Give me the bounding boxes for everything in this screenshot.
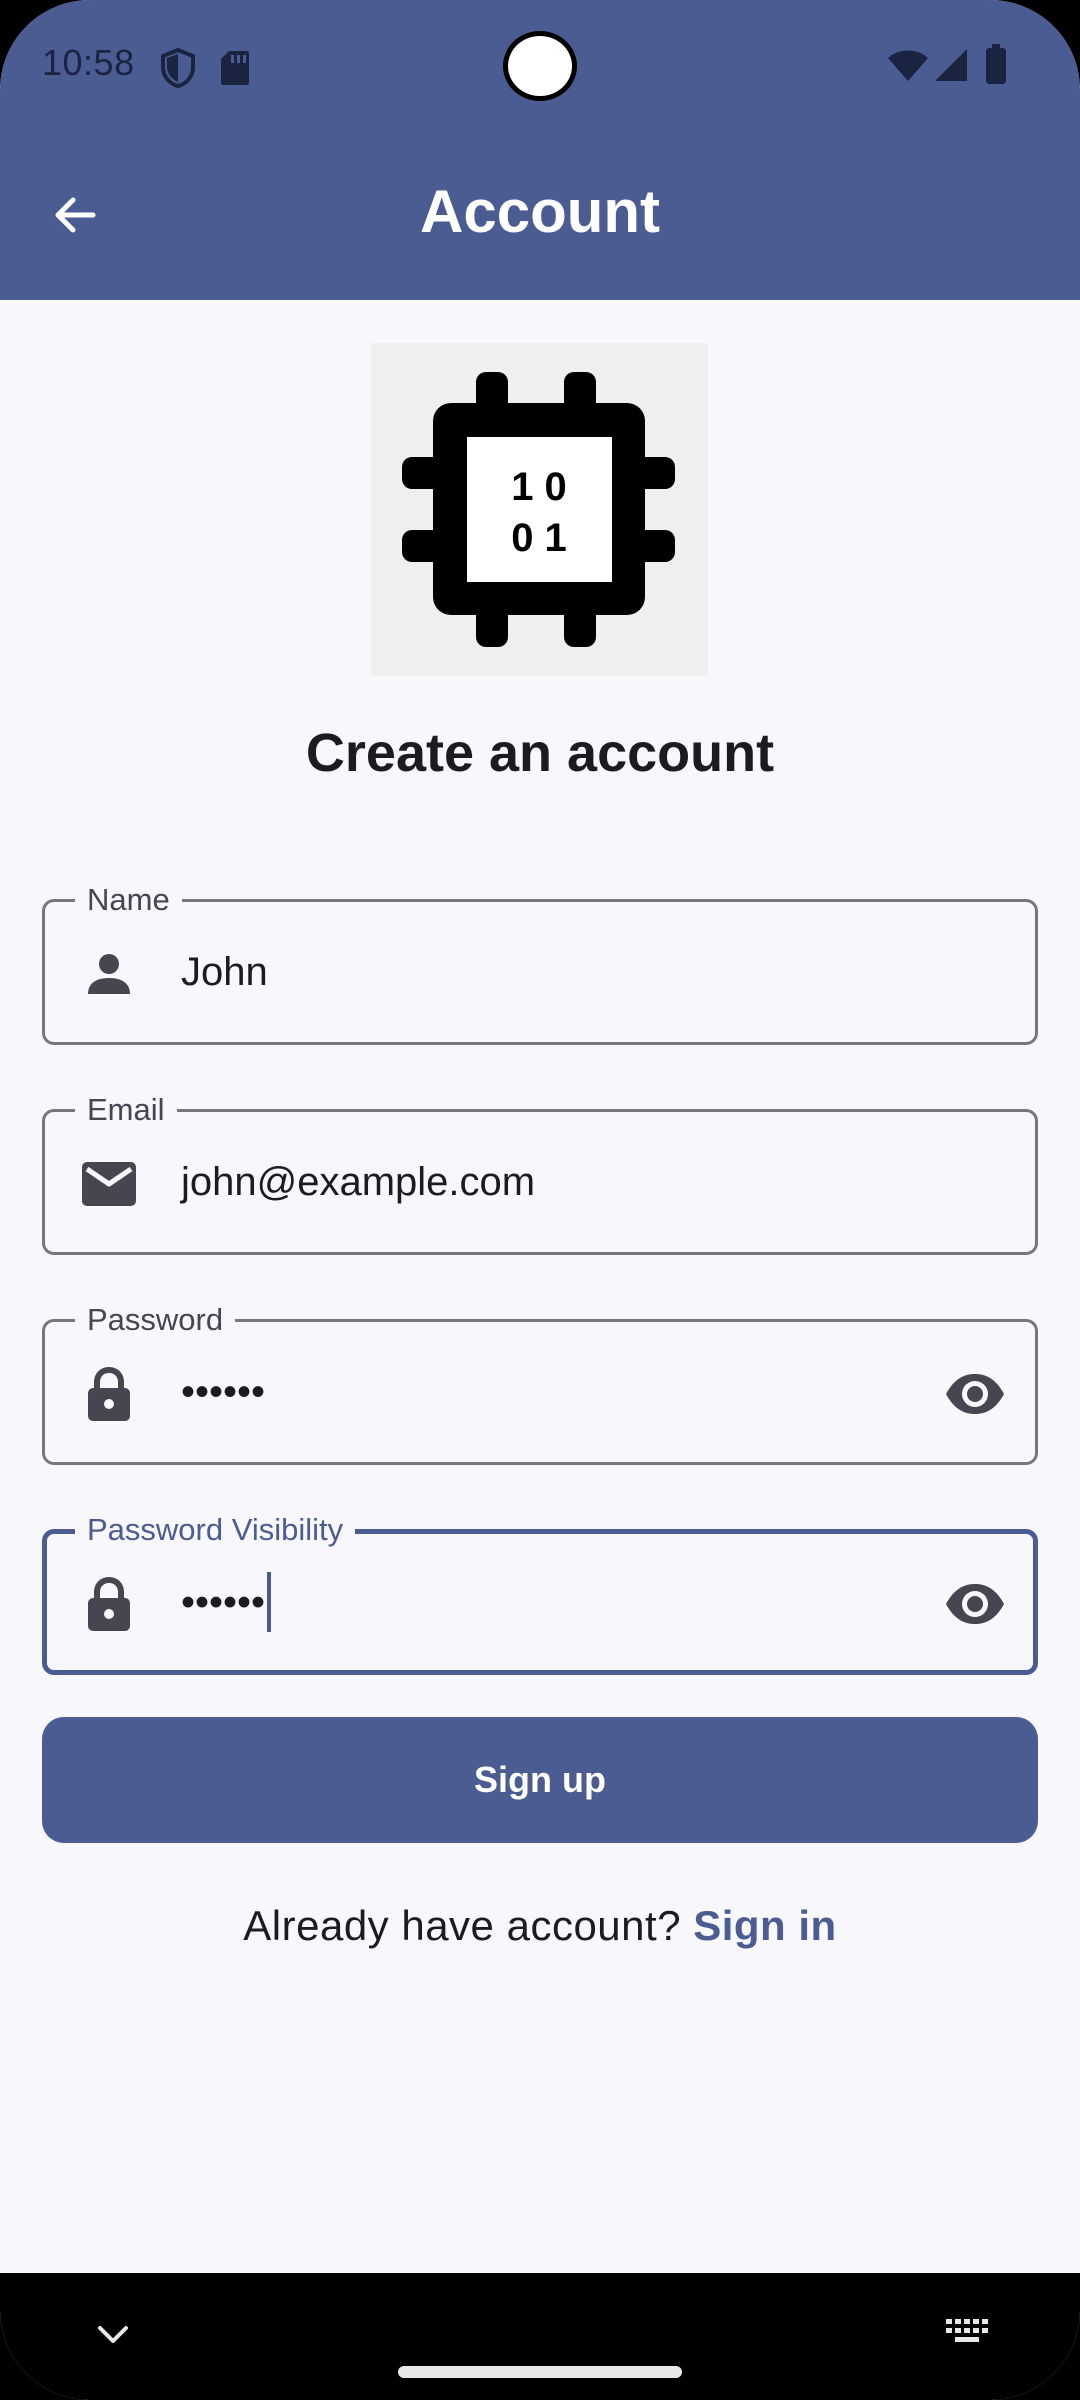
chevron-down-icon[interactable] — [92, 2313, 134, 2355]
signal-icon — [935, 49, 967, 81]
system-nav-bar — [0, 2273, 1080, 2400]
app-bar: Account — [0, 135, 1080, 300]
email-field-label: Email — [75, 1091, 177, 1129]
password-field-value: •••••• — [181, 1370, 266, 1414]
wifi-icon — [888, 50, 928, 81]
sign-up-button[interactable]: Sign up — [42, 1717, 1038, 1843]
eye-icon[interactable] — [943, 1574, 1007, 1634]
cpu-chip-icon: 1 0 0 1 — [402, 372, 675, 647]
name-field-value: John — [181, 950, 268, 994]
app-header: 10:58 Account — [0, 0, 1080, 300]
password-visibility-field-label: Password Visibility — [75, 1511, 356, 1549]
person-icon — [81, 946, 137, 1002]
email-field-value: john@example.com — [181, 1160, 536, 1204]
shield-icon — [161, 48, 195, 88]
eye-icon[interactable] — [943, 1364, 1007, 1424]
screen: 10:58 Account 1 0 0 1 Create an account … — [0, 0, 1080, 2400]
password-visibility-field-value: •••••• — [181, 1572, 272, 1632]
name-field-label: Name — [75, 881, 182, 919]
email-field[interactable]: Email john@example.com — [42, 1091, 1038, 1255]
chip-text-row-1: 1 0 — [511, 465, 567, 509]
name-field[interactable]: Name John — [42, 881, 1038, 1045]
text-cursor — [267, 1572, 272, 1632]
chip-text-row-2: 0 1 — [511, 516, 567, 560]
password-field[interactable]: Password •••••• — [42, 1301, 1038, 1465]
sign-in-row: Already have account? Sign in — [0, 1902, 1080, 1950]
keyboard-icon[interactable] — [944, 2313, 990, 2353]
sign-in-link[interactable]: Sign in — [693, 1902, 837, 1949]
page-title: Account — [420, 178, 660, 245]
status-time: 10:58 — [42, 42, 135, 83]
password-visibility-field[interactable]: Password Visibility •••••• — [42, 1511, 1038, 1675]
form-heading: Create an account — [305, 723, 775, 783]
home-handle[interactable] — [398, 2366, 682, 2378]
app-logo: 1 0 0 1 — [371, 343, 708, 676]
status-bar: 10:58 — [0, 0, 1080, 135]
camera-cutout — [503, 31, 577, 101]
battery-icon — [986, 44, 1006, 84]
password-field-label: Password — [75, 1301, 236, 1339]
lock-icon — [81, 1366, 137, 1422]
mail-icon — [81, 1156, 137, 1212]
password-visibility-text: •••••• — [181, 1580, 266, 1625]
lock-icon — [81, 1576, 137, 1632]
sign-in-prompt: Already have account? — [243, 1902, 682, 1949]
sd-card-icon — [221, 51, 249, 85]
